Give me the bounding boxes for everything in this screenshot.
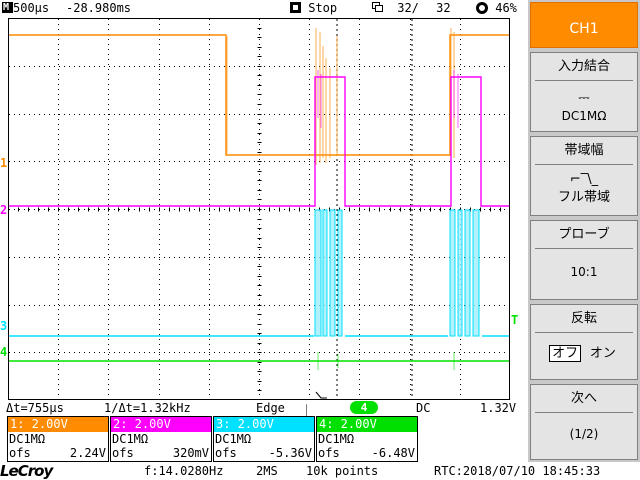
intensity-readout: 46% bbox=[476, 1, 517, 16]
ch1-menu-button[interactable]: CH1 bbox=[530, 2, 638, 48]
record-length-readout: 10k points bbox=[306, 464, 379, 478]
frequency-readout: f:14.0280Hz bbox=[144, 464, 224, 478]
ch4-coupling: DC1MΩ bbox=[318, 432, 355, 446]
lowpass-filter-icon: ⌐‾\_ bbox=[569, 172, 599, 187]
ch2-coupling: DC1MΩ bbox=[112, 432, 149, 446]
ch1-info-box[interactable]: 1: 2.00V DC1MΩ ofs 2.24V bbox=[7, 416, 109, 462]
trigger-coupling: DC bbox=[416, 401, 431, 415]
ch2-info-box[interactable]: 2: 2.00V DC1MΩ ofs 320mV bbox=[110, 416, 212, 462]
ch3-coupling: DC1MΩ bbox=[215, 432, 252, 446]
ch1-scale: 1: 2.00V bbox=[8, 417, 108, 432]
invert-button[interactable]: 反転 オフ オン bbox=[530, 304, 638, 380]
input-coupling-button[interactable]: 入力結合 ⎓ DC1MΩ bbox=[530, 52, 638, 132]
trigger-type: Edge bbox=[256, 401, 285, 415]
ch1-level-marker[interactable]: 1 bbox=[0, 157, 7, 169]
ch1-coupling: DC1MΩ bbox=[9, 432, 46, 446]
trigger-source-badge: 4 bbox=[350, 401, 378, 414]
probe-button[interactable]: プローブ 10:1 bbox=[530, 220, 638, 300]
run-state[interactable]: Stop bbox=[290, 1, 337, 16]
ch2-offset: ofs 320mV bbox=[112, 446, 209, 460]
timebase-icon bbox=[2, 0, 13, 15]
delay-readout: -28.980ms bbox=[66, 1, 132, 15]
status-bar: 500µs -28.980ms Stop 32/ 32 46% bbox=[0, 0, 528, 18]
measurement-bar: Δt=755µs 1/Δt=1.32kHz Edge ⎿ 4 DC 1.32V bbox=[0, 400, 528, 420]
ch4-level-marker[interactable]: 4 bbox=[0, 346, 7, 358]
acquisition-count: 32/ 32 bbox=[372, 1, 451, 16]
trigger-level-readout: 1.32V bbox=[480, 401, 517, 415]
stop-icon bbox=[290, 2, 301, 13]
ch4-scale: 4: 2.00V bbox=[317, 417, 417, 432]
ch2-scale: 2: 2.00V bbox=[111, 417, 211, 432]
footer-bar: LeCroy f:14.0280Hz 2MS 10k points RTC:20… bbox=[0, 462, 640, 480]
trigger-level-marker[interactable]: T bbox=[511, 314, 518, 326]
invert-on-option[interactable]: オン bbox=[587, 345, 619, 362]
intensity-icon bbox=[476, 2, 488, 14]
softkey-menu: CH1 入力結合 ⎓ DC1MΩ 帯域幅 ⌐‾\_ フル帯域 プローブ 10:1… bbox=[528, 0, 640, 462]
delta-t-readout: Δt=755µs bbox=[6, 401, 64, 415]
ch4-offset: ofs -6.48V bbox=[318, 446, 415, 460]
layers-icon bbox=[372, 2, 384, 13]
next-page-button[interactable]: 次へ (1/2) bbox=[530, 384, 638, 460]
waveform-display[interactable] bbox=[8, 18, 510, 400]
ch4-info-box[interactable]: 4: 2.00V DC1MΩ ofs -6.48V bbox=[316, 416, 418, 462]
inverse-delta-t-readout: 1/Δt=1.32kHz bbox=[104, 401, 191, 415]
ch3-scale: 3: 2.00V bbox=[214, 417, 314, 432]
dc-coupling-icon: ⎓ bbox=[578, 90, 590, 106]
bandwidth-button[interactable]: 帯域幅 ⌐‾\_ フル帯域 bbox=[530, 136, 638, 216]
sample-rate-readout: 2MS bbox=[256, 464, 278, 478]
ch1-offset: ofs 2.24V bbox=[9, 446, 106, 460]
invert-off-option[interactable]: オフ bbox=[549, 345, 582, 362]
ch2-level-marker[interactable]: 2 bbox=[0, 204, 7, 216]
ch3-info-box[interactable]: 3: 2.00V DC1MΩ ofs -5.36V bbox=[213, 416, 315, 462]
brand-logo: LeCroy bbox=[0, 462, 53, 480]
ch3-offset: ofs -5.36V bbox=[215, 446, 312, 460]
rtc-readout: RTC:2018/07/10 18:45:33 bbox=[434, 464, 601, 478]
timebase-readout[interactable]: 500µs bbox=[2, 0, 49, 16]
graticule bbox=[8, 18, 510, 400]
ch3-level-marker[interactable]: 3 bbox=[0, 320, 7, 332]
